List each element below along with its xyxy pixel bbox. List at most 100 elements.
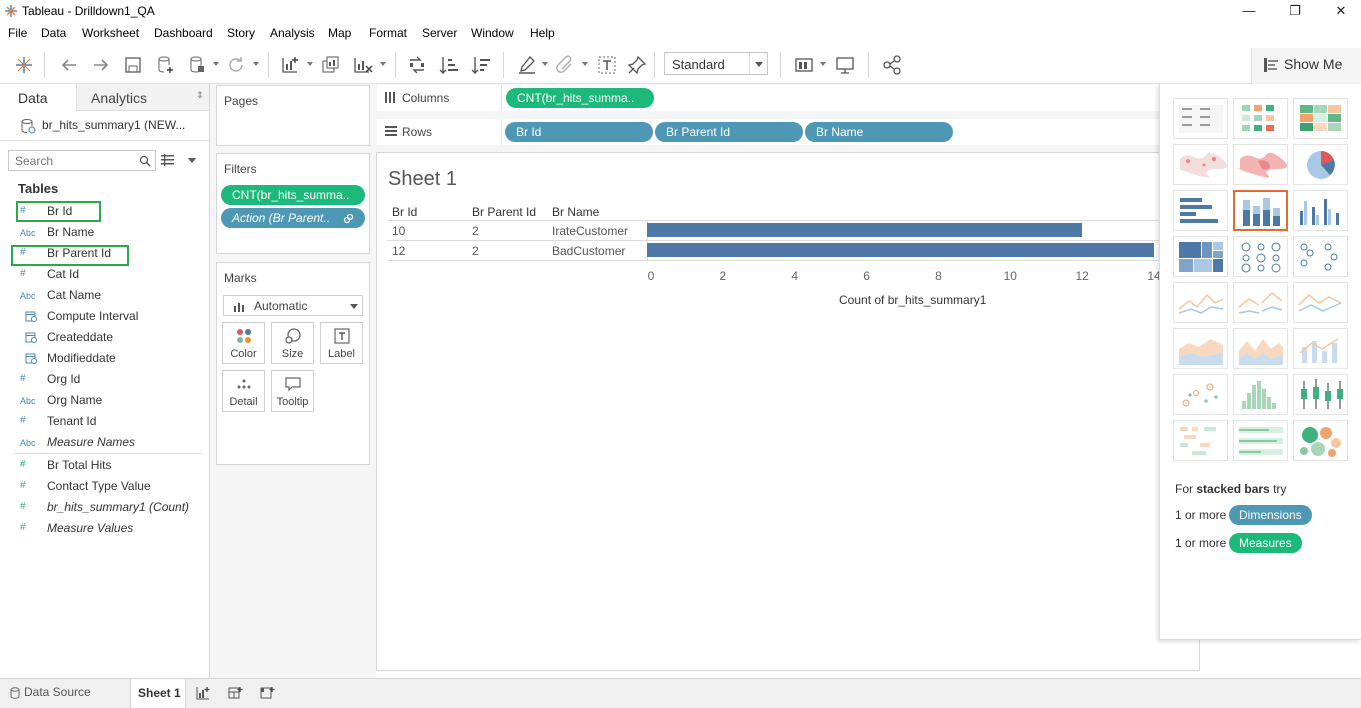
menu-window[interactable]: Window <box>471 26 514 40</box>
expand-icon[interactable]: ⇕ <box>196 90 204 101</box>
field-compute-interval[interactable]: Compute Interval <box>0 306 206 327</box>
field-br-name[interactable]: Abc Br Name <box>0 222 206 243</box>
show-me-area-discrete-thumbnail[interactable] <box>1233 328 1288 369</box>
field-cat-id[interactable]: # Cat Id <box>0 264 206 285</box>
dropdown-caret[interactable] <box>307 62 313 66</box>
cell-br-id[interactable]: 10 <box>392 224 405 238</box>
show-me-text-table-thumbnail[interactable] <box>1173 98 1228 139</box>
show-me-circle-views-thumbnail[interactable] <box>1233 236 1288 277</box>
rows-pill-br-id[interactable]: Br Id <box>505 122 653 142</box>
clear-sheet-icon[interactable] <box>352 54 374 76</box>
show-me-tab[interactable]: Show Me <box>1251 48 1361 84</box>
show-me-area-continuous-thumbnail[interactable] <box>1173 328 1228 369</box>
menu-analysis[interactable]: Analysis <box>270 26 315 40</box>
show-labels-icon[interactable] <box>596 54 618 76</box>
pages-card[interactable]: Pages <box>216 85 370 146</box>
filters-card[interactable]: Filters CNT(br_hits_summa.. Action (Br P… <box>216 153 370 254</box>
menu-data[interactable]: Data <box>41 26 66 40</box>
search-field[interactable] <box>8 150 156 171</box>
minimize-button[interactable]: — <box>1226 0 1272 22</box>
field-org-id[interactable]: # Org Id <box>0 369 206 390</box>
show-me-side-by-side-bars-thumbnail[interactable] <box>1293 190 1348 231</box>
tab-analytics[interactable]: Analytics ⇕ <box>76 84 209 111</box>
tableau-logo-icon[interactable] <box>13 54 35 76</box>
menu-dashboard[interactable]: Dashboard <box>154 26 213 40</box>
pause-updates-icon[interactable] <box>186 54 208 76</box>
show-me-dual-combination-thumbnail[interactable] <box>1293 328 1348 369</box>
field-record-count[interactable]: # br_hits_summary1 (Count) <box>0 497 206 518</box>
datasource-name[interactable]: br_hits_summary1 (NEW... <box>42 118 185 132</box>
filter-pill-count[interactable]: CNT(br_hits_summa.. <box>221 185 365 205</box>
show-me-gantt-chart-thumbnail[interactable] <box>1173 420 1228 461</box>
search-input[interactable] <box>15 151 133 170</box>
field-tenant-id[interactable]: # Tenant Id <box>0 411 206 432</box>
show-me-stacked-bars-thumbnail[interactable] <box>1233 190 1288 231</box>
duplicate-sheet-icon[interactable] <box>320 54 342 76</box>
undo-icon[interactable] <box>58 54 80 76</box>
save-icon[interactable] <box>122 54 144 76</box>
new-story-icon[interactable] <box>260 686 275 700</box>
worksheet-view[interactable]: Sheet 1 Br Id Br Parent Id Br Name 10 2 … <box>376 152 1200 671</box>
pin-icon[interactable] <box>626 54 648 76</box>
new-worksheet-icon[interactable] <box>280 54 302 76</box>
marks-color-button[interactable]: Color <box>222 322 265 364</box>
show-me-pie-chart-thumbnail[interactable] <box>1293 144 1348 185</box>
show-me-dual-lines-thumbnail[interactable] <box>1293 282 1348 323</box>
restore-button[interactable]: ❐ <box>1272 0 1318 22</box>
menu-server[interactable]: Server <box>422 26 457 40</box>
highlight-icon[interactable] <box>516 54 538 76</box>
close-button[interactable]: ✕ <box>1318 0 1361 22</box>
bar-mark[interactable] <box>647 243 1154 257</box>
show-cards-icon[interactable] <box>794 54 816 76</box>
show-me-scatter-plot-thumbnail[interactable] <box>1173 374 1228 415</box>
menu-help[interactable]: Help <box>530 26 555 40</box>
show-me-packed-bubbles-thumbnail[interactable] <box>1293 420 1348 461</box>
field-org-name[interactable]: Abc Org Name <box>0 390 206 411</box>
bar-mark[interactable] <box>647 223 1083 237</box>
show-me-symbol-map-thumbnail[interactable] <box>1173 144 1228 185</box>
tab-data-source[interactable]: Data Source <box>24 685 91 699</box>
menu-map[interactable]: Map <box>328 26 351 40</box>
show-me-heat-map-thumbnail[interactable] <box>1233 98 1288 139</box>
field-measure-values[interactable]: # Measure Values <box>0 518 206 539</box>
field-contact-type-value[interactable]: # Contact Type Value <box>0 476 206 497</box>
show-me-filled-map-thumbnail[interactable] <box>1233 144 1288 185</box>
show-me-box-and-whisker-thumbnail[interactable] <box>1293 374 1348 415</box>
new-datasource-icon[interactable] <box>154 54 176 76</box>
menu-story[interactable]: Story <box>227 26 255 40</box>
share-icon[interactable] <box>881 54 903 76</box>
tab-sheet-1[interactable]: Sheet 1 <box>130 679 186 708</box>
marks-size-button[interactable]: Size <box>271 322 314 364</box>
tab-data[interactable]: Data <box>0 84 76 111</box>
new-worksheet-icon[interactable] <box>196 686 211 700</box>
fit-select[interactable]: Standard <box>664 52 768 75</box>
rows-pill-br-parent-id[interactable]: Br Parent Id <box>655 122 803 142</box>
show-me-highlight-table-thumbnail[interactable] <box>1293 98 1348 139</box>
refresh-icon[interactable] <box>225 54 247 76</box>
row-header-br-id[interactable]: Br Id <box>392 205 417 219</box>
chevron-down-icon[interactable] <box>188 158 196 163</box>
group-icon[interactable] <box>554 54 576 76</box>
show-me-bullet-graph-thumbnail[interactable] <box>1233 420 1288 461</box>
rows-drop-zone[interactable]: Br Id Br Parent Id Br Name <box>501 119 1161 145</box>
field-br-total-hits[interactable]: # Br Total Hits <box>0 455 206 476</box>
cell-br-name[interactable]: BadCustomer <box>552 244 625 258</box>
show-me-horizontal-bars-thumbnail[interactable] <box>1173 190 1228 231</box>
sort-ascending-icon[interactable] <box>438 54 460 76</box>
row-header-br-name[interactable]: Br Name <box>552 205 599 219</box>
rows-pill-br-name[interactable]: Br Name <box>805 122 953 142</box>
menu-worksheet[interactable]: Worksheet <box>82 26 139 40</box>
dropdown-caret[interactable] <box>380 62 386 66</box>
redo-icon[interactable] <box>90 54 112 76</box>
show-me-histogram-thumbnail[interactable] <box>1233 374 1288 415</box>
field-measure-names[interactable]: Abc Measure Names <box>0 432 206 453</box>
field-modifieddate[interactable]: Modifieddate <box>0 348 206 369</box>
cell-br-parent-id[interactable]: 2 <box>472 244 479 258</box>
menu-format[interactable]: Format <box>369 26 407 40</box>
dropdown-caret[interactable] <box>213 62 219 66</box>
show-me-side-by-side-circles-thumbnail[interactable] <box>1293 236 1348 277</box>
menu-file[interactable]: File <box>8 26 27 40</box>
cell-br-name[interactable]: IrateCustomer <box>552 224 628 238</box>
swap-rows-columns-icon[interactable] <box>406 54 428 76</box>
sort-descending-icon[interactable] <box>470 54 492 76</box>
